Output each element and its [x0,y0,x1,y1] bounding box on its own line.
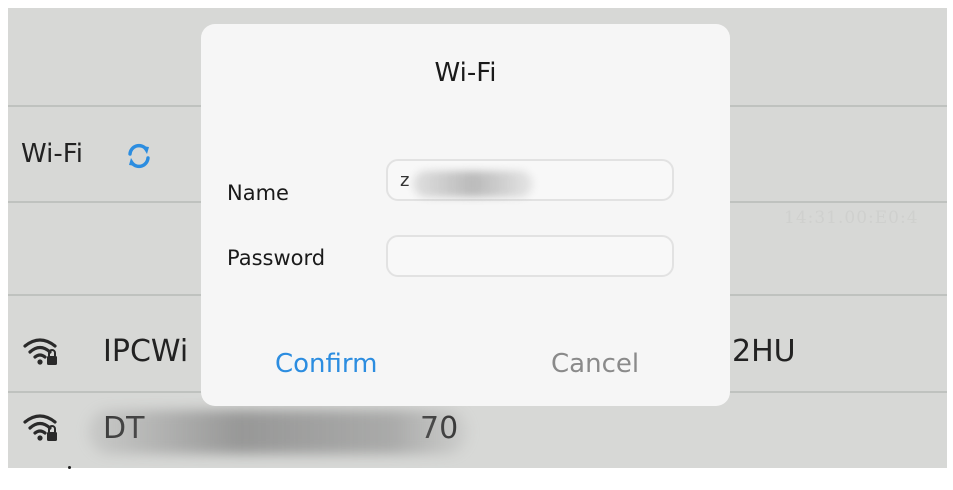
password-input[interactable] [386,235,674,277]
network-name: IPCWi [103,334,189,369]
cancel-button[interactable]: Cancel [551,349,639,379]
section-title: Wi-Fi [21,139,84,169]
wifi-lock-icon [23,414,57,441]
wifi-connect-dialog: Wi-Fi Name Password Confirm Cancel [201,24,730,406]
redacted-name-value [413,171,533,197]
name-label: Name [227,181,289,205]
password-label: Password [227,246,326,270]
redacted-network-name [88,410,468,454]
refresh-icon[interactable] [124,141,154,171]
timestamp-watermark: 14:31.00:E0:4 [784,208,919,228]
wifi-lock-icon [23,338,57,365]
confirm-button[interactable]: Confirm [275,349,377,379]
dialog-title: Wi-Fi [434,58,497,88]
cursor-dot [68,466,71,469]
network-name-suffix: 2HU [732,334,796,369]
